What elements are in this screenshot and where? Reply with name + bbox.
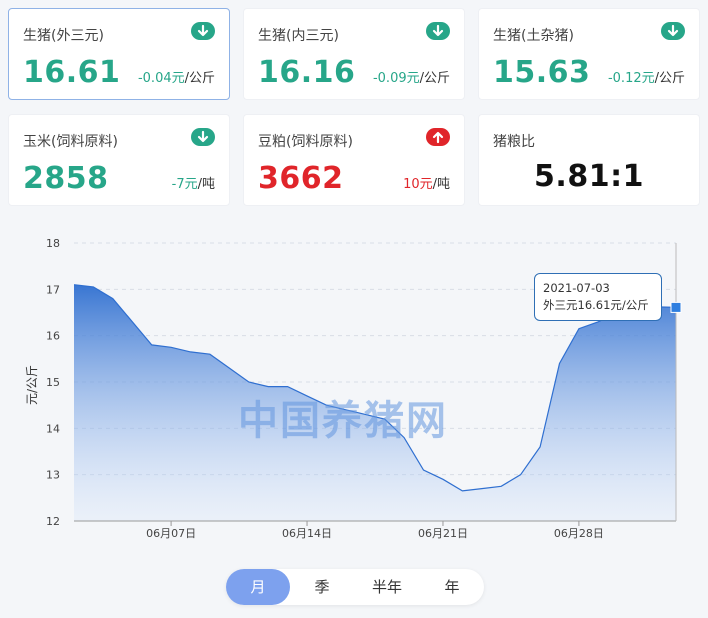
card-price: 16.61 [23, 55, 121, 90]
card-change: -0.09元/公斤 [372, 71, 450, 86]
card-name: 猪粮比 [493, 134, 535, 150]
card-price: 2858 [23, 161, 109, 196]
watermark-text: 中国养猪网 [238, 398, 448, 444]
tab-month[interactable]: 月 [226, 569, 290, 605]
card-change: -7元/吨 [171, 177, 215, 192]
card-change: 10元/吨 [403, 177, 450, 192]
x-tick-label: 06月28日 [554, 527, 604, 540]
arrow-down-circle-icon [661, 22, 685, 40]
x-tick-label: 06月07日 [146, 527, 196, 540]
card-pig-grain-ratio[interactable]: 猪粮比 5.81:1 [478, 114, 700, 206]
arrow-up-circle-icon [426, 128, 450, 146]
chart-tooltip: 2021-07-03 外三元16.61元/公斤 [534, 273, 662, 321]
period-selector: 月 季 半年 年 [226, 569, 484, 605]
hover-point-marker[interactable] [670, 301, 682, 313]
card-pig-inner[interactable]: 生猪(内三元) 16.16 -0.09元/公斤 [243, 8, 465, 100]
y-tick-label: 18 [46, 237, 60, 250]
x-tick-label: 06月14日 [282, 527, 332, 540]
card-price: 15.63 [493, 55, 591, 90]
card-change: -0.04元/公斤 [137, 71, 215, 86]
card-pig-local[interactable]: 生猪(土杂猪) 15.63 -0.12元/公斤 [478, 8, 700, 100]
y-tick-label: 14 [46, 422, 60, 435]
card-corn[interactable]: 玉米(饲料原料) 2858 -7元/吨 [8, 114, 230, 206]
card-name: 生猪(内三元) [258, 28, 339, 44]
card-name: 豆粕(饲料原料) [258, 134, 353, 150]
tab-quarter[interactable]: 季 [290, 569, 354, 605]
x-tick-label: 06月21日 [418, 527, 468, 540]
tab-half-year[interactable]: 半年 [354, 569, 420, 605]
arrow-down-circle-icon [191, 128, 215, 146]
card-name: 生猪(外三元) [23, 28, 104, 44]
y-tick-label: 15 [46, 376, 60, 389]
y-tick-label: 12 [46, 515, 60, 528]
tooltip-value: 外三元16.61元/公斤 [543, 298, 649, 312]
card-pig-outer[interactable]: 生猪(外三元) 16.61 -0.04元/公斤 [8, 8, 230, 100]
card-name: 生猪(土杂猪) [493, 28, 574, 44]
y-axis-label: 元/公斤 [25, 365, 39, 405]
y-tick-label: 16 [46, 330, 60, 343]
card-name: 玉米(饲料原料) [23, 134, 118, 150]
tab-year[interactable]: 年 [420, 569, 484, 605]
card-price: 3662 [258, 161, 344, 196]
card-price: 16.16 [258, 55, 356, 90]
y-tick-label: 13 [46, 469, 60, 482]
y-tick-label: 17 [46, 283, 60, 296]
tooltip-date: 2021-07-03 [543, 281, 610, 295]
card-soymeal[interactable]: 豆粕(饲料原料) 3662 10元/吨 [243, 114, 465, 206]
arrow-down-circle-icon [426, 22, 450, 40]
card-change: -0.12元/公斤 [607, 71, 685, 86]
arrow-down-circle-icon [191, 22, 215, 40]
card-price: 5.81:1 [534, 159, 644, 194]
